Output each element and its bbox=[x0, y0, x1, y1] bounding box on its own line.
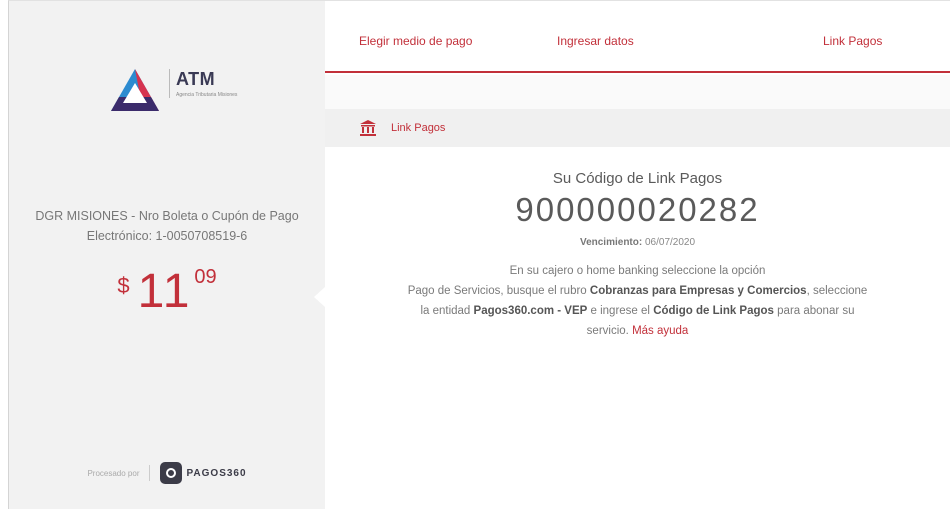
expiry-date: Vencimiento: 06/07/2020 bbox=[325, 237, 950, 248]
amount-integer: 11 bbox=[137, 265, 192, 318]
payment-code: 900000020282 bbox=[515, 191, 760, 228]
payment-amount: $11 09 bbox=[9, 264, 325, 319]
logo-title: ATM bbox=[176, 69, 216, 89]
instructions-category: Cobranzas para Empresas y bbox=[589, 285, 744, 297]
atm-logo-icon bbox=[111, 69, 159, 111]
instructions-line-1: En su cajero o home banking seleccione l… bbox=[509, 265, 766, 277]
pagos360-brand: PAGOS360 bbox=[186, 467, 247, 479]
currency-symbol: $ bbox=[117, 273, 130, 298]
section-header: Link Pagos bbox=[325, 109, 950, 147]
processed-by-label: Procesado por bbox=[87, 468, 140, 478]
instructions-code-label: Código de Link Pagos bbox=[653, 305, 774, 317]
payment-main-panel: Elegir medio de pago Ingresar datos Link… bbox=[325, 1, 950, 509]
pagos360-logo: PAGOS360 bbox=[160, 462, 246, 484]
tab-choose-method[interactable]: Elegir medio de pago bbox=[359, 34, 472, 48]
payment-description: DGR MISIONES - Nro Boleta o Cupón de Pag… bbox=[35, 209, 299, 243]
divider bbox=[149, 465, 151, 481]
instructions-line-2: Pago de Servicios, busque el rubro bbox=[407, 285, 587, 297]
instructions-line-3-end: e ingrese el bbox=[590, 305, 650, 317]
amount-decimals: 09 bbox=[194, 266, 217, 288]
processed-by: Procesado por PAGOS360 bbox=[9, 455, 325, 491]
atm-logo-text: ATM Agencia Tributaria Misiones bbox=[169, 69, 242, 98]
expiry-value: 06/07/2020 bbox=[644, 237, 696, 248]
link-pagos-result: Su Código de Link Pagos 900000020282 Ven… bbox=[325, 147, 950, 341]
tab-link-pagos[interactable]: Link Pagos bbox=[823, 34, 882, 48]
bank-icon bbox=[359, 119, 377, 137]
step-tabs: Elegir medio de pago Ingresar datos Link… bbox=[325, 1, 950, 73]
logo-subtitle: Agencia Tributaria Misiones bbox=[176, 92, 238, 98]
payment-summary-panel: ATM Agencia Tributaria Misiones DGR MISI… bbox=[9, 1, 325, 509]
tab-enter-data[interactable]: Ingresar datos bbox=[557, 34, 634, 48]
code-title: Su Código de Link Pagos bbox=[552, 170, 723, 187]
pagos360-icon bbox=[160, 462, 183, 484]
instructions-category-end: Comercios bbox=[747, 285, 807, 297]
instructions-entity: Pagos360.com - VEP bbox=[473, 305, 588, 317]
panel-notch bbox=[314, 287, 325, 307]
expiry-label: Vencimiento: bbox=[579, 237, 643, 248]
instructions: En su cajero o home banking seleccione l… bbox=[403, 261, 873, 341]
atm-logo: ATM Agencia Tributaria Misiones bbox=[107, 63, 247, 125]
spacer bbox=[325, 75, 950, 109]
help-link[interactable]: Más ayuda bbox=[632, 325, 688, 337]
section-title: Link Pagos bbox=[391, 122, 446, 134]
